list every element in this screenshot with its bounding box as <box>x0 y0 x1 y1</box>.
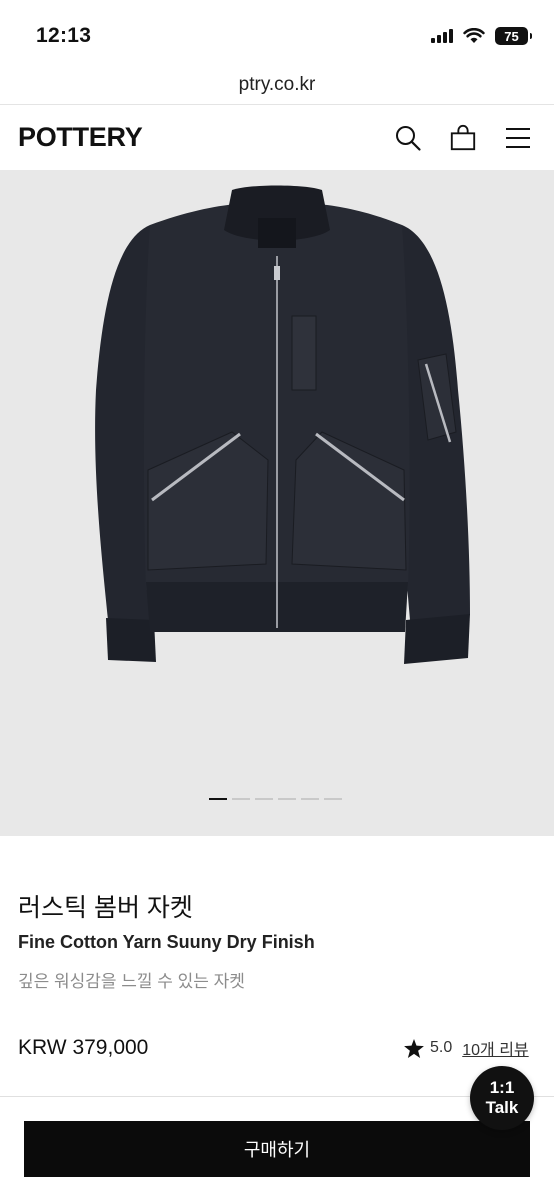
battery-level: 75 <box>504 28 519 44</box>
pager-dot[interactable] <box>324 798 342 800</box>
header-actions <box>394 124 532 152</box>
pager-dot[interactable] <box>301 798 319 800</box>
product-title: 러스틱 봄버 자켓 <box>18 894 193 922</box>
site-logo[interactable]: POTTERY <box>18 122 143 153</box>
status-time: 12:13 <box>36 24 92 47</box>
shopping-bag-icon[interactable] <box>449 124 477 152</box>
pager-dot[interactable] <box>209 798 227 800</box>
chat-talk-button[interactable]: 1:1 Talk <box>470 1066 534 1130</box>
product-price: KRW 379,000 <box>18 1036 149 1059</box>
buy-button[interactable]: 구매하기 <box>24 1121 530 1177</box>
signal-icon <box>431 29 453 43</box>
site-header: POTTERY <box>0 104 554 170</box>
pager-dot[interactable] <box>278 798 296 800</box>
battery-icon: 75 <box>495 27 532 45</box>
gallery-pager <box>209 798 342 800</box>
pager-dot[interactable] <box>232 798 250 800</box>
product-image-gallery[interactable] <box>0 170 554 836</box>
rating-score: 5.0 <box>430 1039 453 1056</box>
reviews-link[interactable]: 10개 리뷰 <box>462 1036 528 1060</box>
star-icon <box>404 1038 424 1058</box>
menu-icon[interactable] <box>504 124 532 152</box>
search-icon[interactable] <box>394 124 422 152</box>
pager-dot[interactable] <box>255 798 273 800</box>
talk-label-line1: 1:1 <box>489 1078 515 1097</box>
product-image <box>95 185 470 664</box>
talk-label-line2: Talk <box>485 1098 519 1117</box>
status-icons: 75 <box>431 27 532 45</box>
product-description: 깊은 워싱감을 느낄 수 있는 자켓 <box>18 972 245 991</box>
address-bar[interactable]: ptry.co.kr <box>0 72 554 104</box>
product-rating: 5.0 10개 리뷰 <box>404 1036 529 1060</box>
purchase-bar: 구매하기 <box>0 1096 554 1200</box>
product-subtitle: Fine Cotton Yarn Suuny Dry Finish <box>18 932 315 952</box>
wifi-icon <box>463 28 485 43</box>
status-bar: 12:13 75 <box>0 0 554 72</box>
